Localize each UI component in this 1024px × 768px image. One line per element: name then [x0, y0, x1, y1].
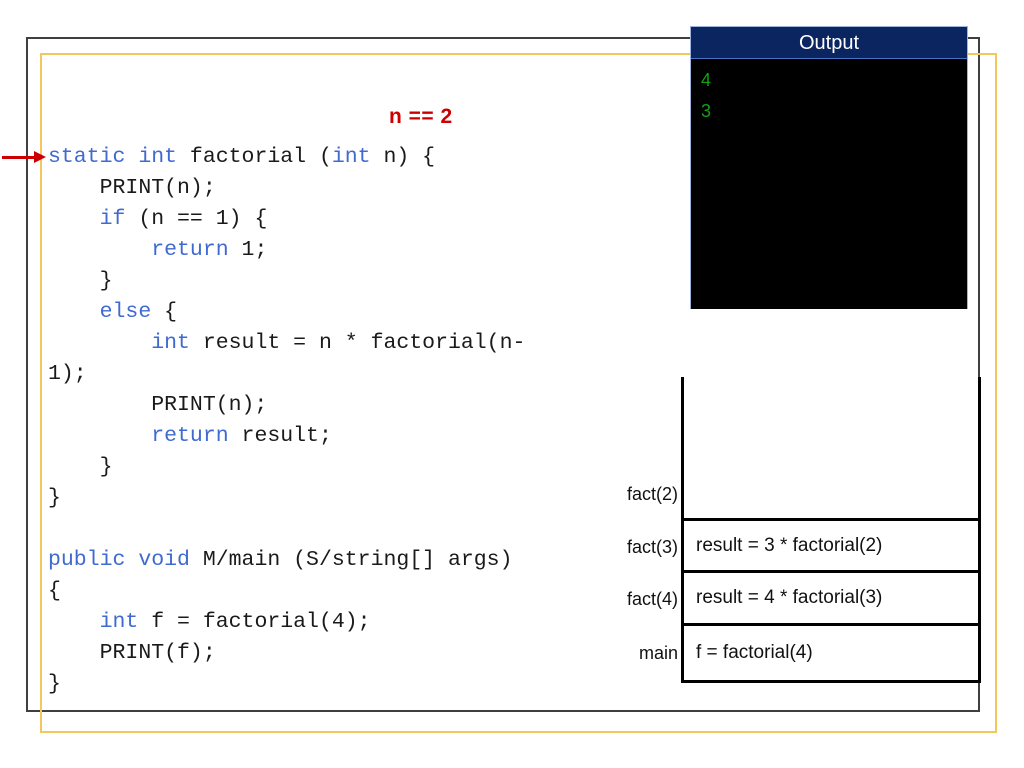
current-state-annotation: n == 2 [389, 105, 453, 128]
code-text: } [48, 455, 113, 479]
code-keyword: public void [48, 548, 190, 572]
code-line-8: 1); [48, 359, 668, 390]
code-keyword: return [151, 238, 229, 262]
code-keyword: static int [48, 145, 178, 169]
code-line-1: static int factorial (int n) { [48, 142, 668, 173]
stack-frame-box [681, 377, 981, 521]
code-line-15: { [48, 576, 668, 607]
output-console-body: 43 [691, 59, 967, 309]
stack-frame-expression: result = 3 * factorial(2) [696, 534, 883, 556]
code-text: PRINT(n); [48, 393, 268, 417]
red-pointer-arrow-icon [2, 150, 48, 166]
code-text: n) { [370, 145, 436, 169]
code-text: result; [228, 424, 332, 448]
code-text: M/main (S/string[] args) [189, 548, 513, 572]
stack-frame-box: result = 3 * factorial(2) [681, 521, 981, 573]
console-output-line-2: 3 [701, 101, 712, 121]
output-console-title: Output [691, 27, 967, 59]
output-console-panel: Output 43 [690, 26, 968, 309]
code-line-17: PRINT(f); [48, 638, 668, 669]
stack-frame-expression: result = 4 * factorial(3) [696, 587, 883, 608]
code-line-5: } [48, 266, 668, 297]
code-text: { [151, 300, 178, 324]
code-keyword: int [331, 145, 371, 169]
slide-canvas: n == 2 static int factorial (int n) { PR… [0, 0, 1024, 768]
code-line-10: return result; [48, 421, 668, 452]
code-text: PRINT(f); [48, 641, 216, 665]
code-text: } [48, 672, 61, 696]
code-line-4: return 1; [48, 235, 668, 266]
code-text: { [48, 579, 61, 603]
code-line-12: } [48, 483, 668, 514]
code-line-7: int result = n * factorial(n- [48, 328, 668, 359]
code-text: } [48, 486, 61, 510]
console-output-line-1: 4 [701, 70, 712, 90]
arrow-head [34, 151, 46, 163]
stack-frame-label-fact3: fact(3) [626, 537, 678, 557]
code-listing: static int factorial (int n) { PRINT(n);… [48, 142, 668, 700]
stack-frame-box: f = factorial(4) [681, 626, 981, 683]
code-text: result = n * factorial(n- [189, 331, 526, 355]
code-line-16: int f = factorial(4); [48, 607, 668, 638]
stack-frame-label-main: main [638, 643, 678, 663]
code-text: 1); [48, 362, 87, 386]
code-keyword: else [99, 300, 152, 324]
code-text: f = factorial(4); [138, 610, 371, 634]
code-line-2: PRINT(n); [48, 173, 668, 204]
arrow-shaft [2, 156, 36, 159]
stack-frame-expression: f = factorial(4) [696, 642, 813, 663]
code-keyword: int [151, 331, 190, 355]
code-line-6: else { [48, 297, 668, 328]
stack-frame-box: result = 4 * factorial(3) [681, 573, 981, 626]
code-text: 1; [228, 238, 268, 262]
code-keyword: if [99, 207, 126, 231]
call-stack-diagram: fact(2) fact(3) result = 3 * factorial(2) f… [600, 372, 982, 687]
code-text: factorial ( [177, 145, 332, 169]
code-keyword: int [99, 610, 139, 634]
code-line-9: PRINT(n); [48, 390, 668, 421]
code-text: (n == 1) { [125, 207, 268, 231]
code-text: PRINT(n); [48, 176, 216, 200]
code-line-11: } [48, 452, 668, 483]
stack-frame-label-fact2: fact(2) [626, 484, 678, 504]
code-line-14: public void M/main (S/string[] args) [48, 545, 668, 576]
stack-frame-label-fact4: fact(4) [626, 589, 678, 609]
code-keyword: return [151, 424, 229, 448]
code-text: } [48, 269, 113, 293]
code-line-18: } [48, 669, 668, 700]
code-line-3: if (n == 1) { [48, 204, 668, 235]
